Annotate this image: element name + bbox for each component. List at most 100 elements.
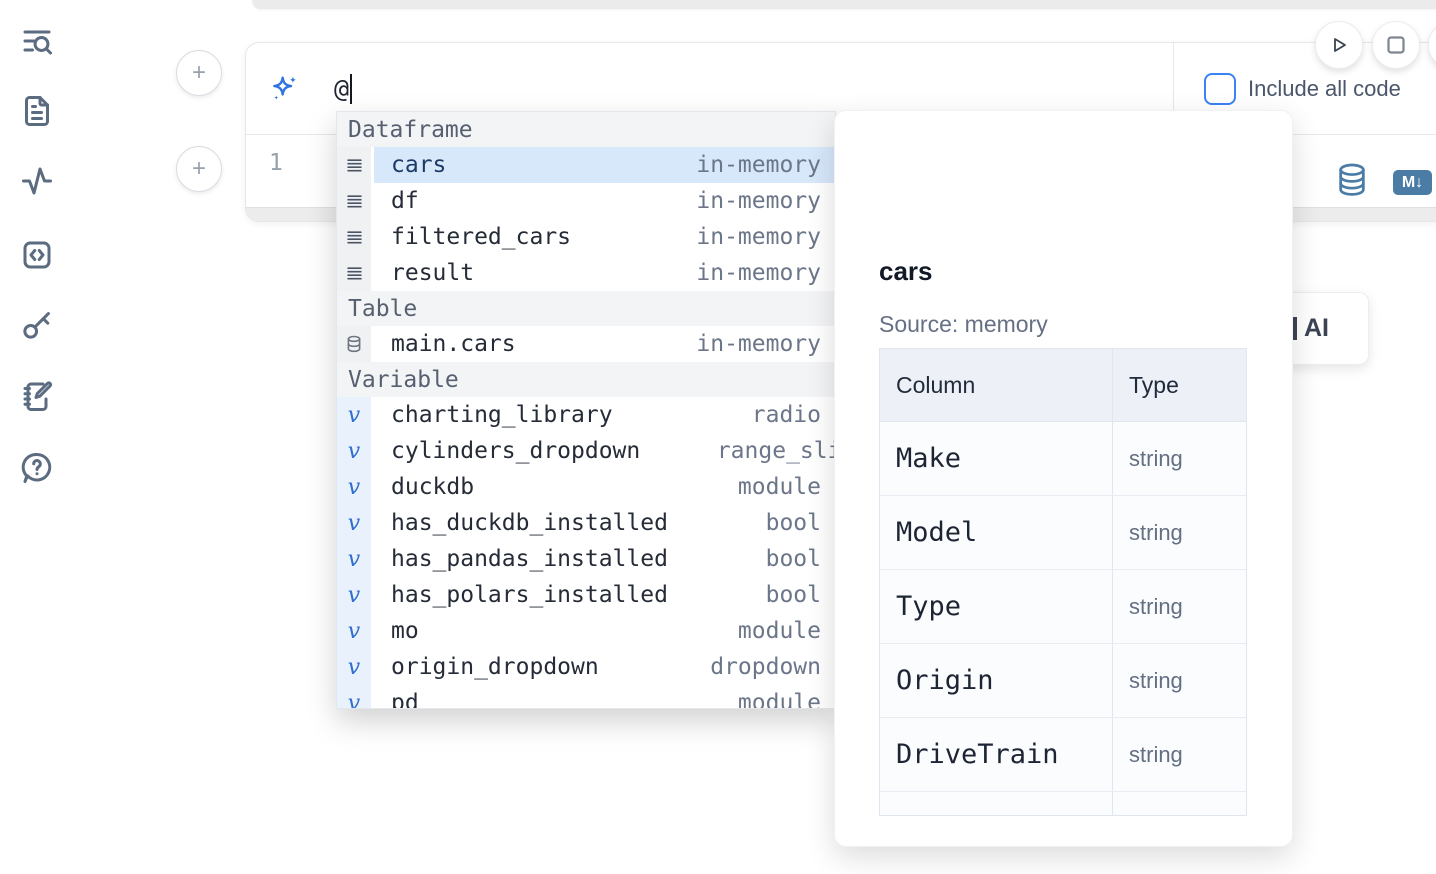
autocomplete-item[interactable]: vhas_duckdb_installed bool <box>337 505 835 541</box>
column-name-cell: Make <box>880 422 1113 495</box>
variable-icon: v <box>337 469 371 505</box>
play-icon <box>1329 35 1349 55</box>
autocomplete-item-type: in-memory <box>696 152 821 178</box>
variable-icon: v <box>337 505 371 541</box>
file-icon[interactable] <box>18 92 56 130</box>
table-header-row: Column Type <box>880 349 1246 422</box>
key-icon[interactable] <box>18 306 56 344</box>
autocomplete-item-name: result <box>374 260 474 286</box>
dataframe-icon <box>337 219 371 255</box>
autocomplete-item[interactable]: cars in-memory <box>337 147 835 183</box>
autocomplete-section-header: Table <box>337 291 835 326</box>
autocomplete-item-name: has_polars_installed <box>374 582 668 608</box>
autocomplete-item[interactable]: vcylinders_dropdownrange_slider <box>337 433 835 469</box>
autocomplete-item-name: origin_dropdown <box>374 654 599 680</box>
autocomplete-popup: Dataframecarsin-memorydfin-memoryfiltere… <box>336 111 836 709</box>
autocomplete-item[interactable]: filtered_carsin-memory <box>337 219 835 255</box>
variable-icon: v <box>337 649 371 685</box>
help-chat-icon[interactable] <box>18 449 56 487</box>
run-cell-button[interactable] <box>1315 21 1363 69</box>
dataframe-preview-panel: cars Source: memory 428 rows, 15 columns… <box>834 110 1293 847</box>
autocomplete-item-name: cars <box>374 152 446 178</box>
autocomplete-item-type: bool <box>766 510 821 536</box>
markdown-icon[interactable]: M↓ <box>1393 170 1432 195</box>
column-name-cell: Type <box>880 570 1113 643</box>
database-icon <box>337 326 371 362</box>
autocomplete-item-type: in-memory <box>696 224 821 250</box>
include-all-code-checkbox[interactable] <box>1204 73 1236 105</box>
column-type-cell: string <box>1113 422 1246 495</box>
autocomplete-item-type: radio <box>752 402 821 428</box>
variable-icon: v <box>337 541 371 577</box>
list-search-icon[interactable] <box>18 22 56 60</box>
autocomplete-item[interactable]: vhas_polars_installed bool <box>337 577 835 613</box>
autocomplete-item-type: module <box>738 690 821 709</box>
autocomplete-item-name: has_pandas_installed <box>374 546 668 572</box>
sparkles-icon <box>268 73 300 105</box>
variable-icon: v <box>337 577 371 613</box>
table-row: Modelstring <box>880 496 1246 570</box>
autocomplete-item-name: df <box>374 188 419 214</box>
autocomplete-item-name: has_duckdb_installed <box>374 510 668 536</box>
dataframe-icon <box>337 255 371 291</box>
database-icon[interactable] <box>1337 163 1367 202</box>
dataframe-icon <box>337 147 371 183</box>
autocomplete-item-type: module <box>738 474 821 500</box>
column-type-cell: string <box>1113 496 1246 569</box>
table-row: Makestring <box>880 422 1246 496</box>
include-all-code-label: Include all code <box>1248 76 1401 102</box>
autocomplete-item-type: bool <box>766 582 821 608</box>
autocomplete-item-type: range_slider <box>717 438 836 464</box>
table-body: MakestringModelstringTypestringOriginstr… <box>880 422 1246 816</box>
preview-source: Source: memory <box>879 311 1048 338</box>
text-cursor <box>350 74 352 104</box>
autocomplete-item[interactable]: vmomodule <box>337 613 835 649</box>
dataframe-icon <box>337 183 371 219</box>
autocomplete-item[interactable]: main.carsin-memory <box>337 326 835 362</box>
table-row-clipped <box>880 792 1246 816</box>
autocomplete-item-type: module <box>738 618 821 644</box>
autocomplete-item[interactable]: df in-memory <box>337 183 835 219</box>
preview-schema-table: Column Type MakestringModelstringTypestr… <box>879 348 1247 816</box>
autocomplete-item[interactable]: vorigin_dropdown dropdown <box>337 649 835 685</box>
autocomplete-item-name: cylinders_dropdown <box>374 438 640 464</box>
code-block-icon[interactable] <box>18 236 56 274</box>
column-type-cell: string <box>1113 570 1246 643</box>
clipped-letter <box>1293 317 1297 340</box>
autocomplete-item-type: dropdown <box>710 654 821 680</box>
column-type-cell: string <box>1113 718 1246 791</box>
line-number: 1 <box>269 150 283 176</box>
scratchpad-icon[interactable] <box>18 377 56 415</box>
activity-icon[interactable] <box>18 162 56 200</box>
autocomplete-item-name: duckdb <box>374 474 474 500</box>
autocomplete-item[interactable]: vduckdb module <box>337 469 835 505</box>
stop-button[interactable] <box>1372 21 1420 69</box>
ai-button-card[interactable]: AI <box>1282 292 1369 365</box>
autocomplete-item[interactable]: vcharting_library radio <box>337 397 835 433</box>
autocomplete-item-name: charting_library <box>374 402 613 428</box>
autocomplete-item-type: in-memory <box>696 331 821 357</box>
autocomplete-section-header: Dataframe <box>337 112 835 147</box>
column-header: Column <box>880 349 1113 421</box>
autocomplete-item-name: pd <box>374 690 419 709</box>
autocomplete-item[interactable]: vhas_pandas_installedbool <box>337 541 835 577</box>
variable-icon: v <box>337 397 371 433</box>
ai-card-label: AI <box>1304 314 1329 343</box>
type-header: Type <box>1113 349 1246 421</box>
autocomplete-item-name: mo <box>374 618 419 644</box>
autocomplete-item-type: in-memory <box>696 188 821 214</box>
variable-icon: v <box>337 685 371 709</box>
add-cell-below-button[interactable]: + <box>176 146 222 192</box>
autocomplete-item-type: in-memory <box>696 260 821 286</box>
table-row: Typestring <box>880 570 1246 644</box>
add-cell-above-button[interactable]: + <box>176 50 222 96</box>
column-name-cell: DriveTrain <box>880 718 1113 791</box>
column-name-cell: Model <box>880 496 1113 569</box>
previous-cell-console-edge <box>252 0 1436 9</box>
preview-title: cars <box>879 256 933 287</box>
autocomplete-item[interactable]: vpd module <box>337 685 835 709</box>
sidebar <box>0 0 72 874</box>
autocomplete-section-header: Variable <box>337 362 835 397</box>
table-row: DriveTrainstring <box>880 718 1246 792</box>
autocomplete-item[interactable]: result in-memory <box>337 255 835 291</box>
